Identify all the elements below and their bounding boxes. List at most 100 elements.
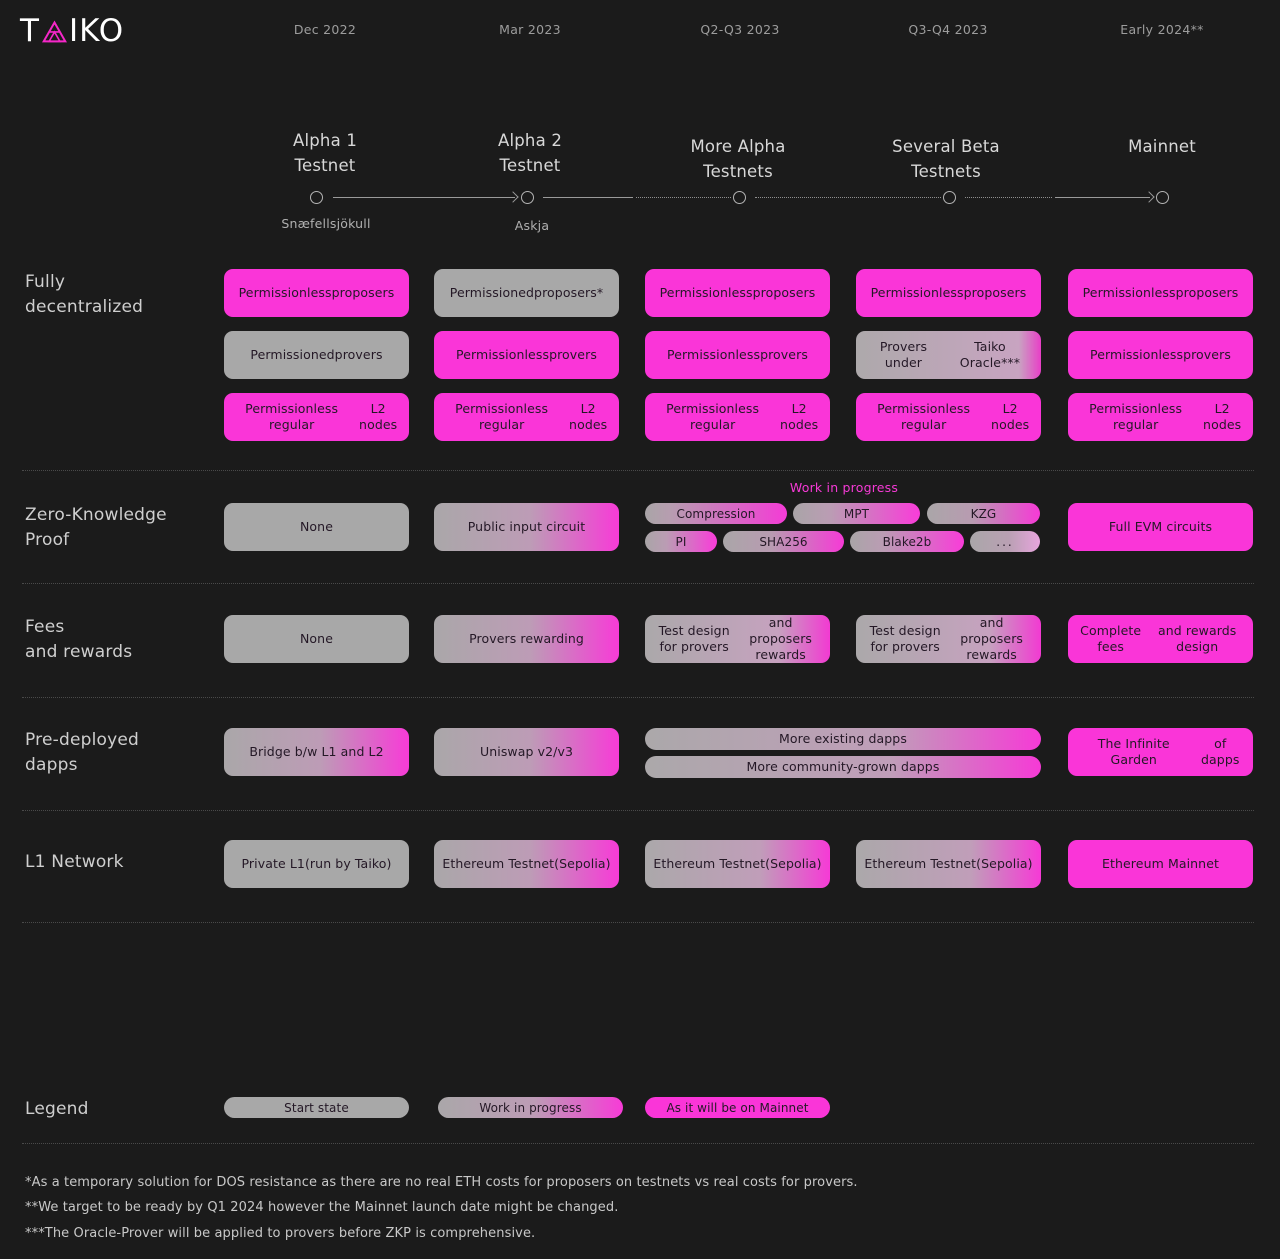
cell-dapps-more-community-grown-dapps[interactable]: More community-grown dapps [645, 756, 1041, 778]
timeline-node-mainnet [1156, 191, 1169, 204]
cell-dapps-more-existing-dapps[interactable]: More existing dapps [645, 728, 1041, 750]
row-label-line2: decentralized [25, 297, 144, 317]
cell-l1-mn-ethereum-mainnet[interactable]: Ethereum Mainnet [1068, 840, 1253, 888]
cell-a1-permissioned-provers[interactable]: Permissioned provers [224, 331, 409, 379]
row-divider-4 [22, 810, 1254, 811]
cell-bt-provers-under-taiko-oracle[interactable]: Provers under Taiko Oracle*** [856, 331, 1041, 379]
cell-l1-a1-private-l1[interactable]: Private L1 (run by Taiko) [224, 840, 409, 888]
date-label-col2: Mar 2023 [499, 22, 561, 37]
cell-mn-permissionless-l2-nodes[interactable]: Permissionless regular L2 nodes [1068, 393, 1253, 441]
date-label-col3: Q2-Q3 2023 [700, 22, 780, 37]
taiko-triangle-logo-icon [41, 18, 68, 45]
phase-title-alpha-2: Alpha 2 Testnet [440, 128, 620, 178]
timeline-node-alpha-2 [521, 191, 534, 204]
cell-l1-a2-sepolia[interactable]: Ethereum Testnet (Sepolia) [434, 840, 619, 888]
cell-zkp-a2-public-input-circuit[interactable]: Public input circuit [434, 503, 619, 551]
cell-fees-a1-none[interactable]: None [224, 615, 409, 663]
cell-zkp-mn-full-evm-circuits[interactable]: Full EVM circuits [1068, 503, 1253, 551]
phase-title-line1: Several Beta [892, 137, 1000, 156]
row-divider-2 [22, 583, 1254, 584]
date-label-col5: Early 2024** [1120, 22, 1204, 37]
chip-zkp-mpt[interactable]: MPT [793, 503, 920, 524]
chip-zkp-blake2b[interactable]: Blake2b [850, 531, 964, 552]
cell-fees-mn-complete-fees[interactable]: Complete fees and rewards design [1068, 615, 1253, 663]
row-label-l1-network: L1 Network [25, 850, 124, 875]
timeline-segment-1 [333, 197, 515, 198]
row-divider-6 [22, 1143, 1254, 1144]
phase-title-line2: Testnets [703, 162, 773, 181]
phase-title-line1: Mainnet [1128, 137, 1196, 156]
cell-fees-a2-provers-rewarding[interactable]: Provers rewarding [434, 615, 619, 663]
timeline-arrow-1-icon [507, 191, 519, 203]
phase-title-more-alpha-testnets: More Alpha Testnets [648, 134, 828, 184]
logo-text-before: T [20, 13, 40, 49]
timeline-node-more-alpha [733, 191, 746, 204]
cell-bt-permissionless-l2-nodes[interactable]: Permissionless regular L2 nodes [856, 393, 1041, 441]
row-label-line1: Fully [25, 272, 66, 292]
row-label-line1: L1 Network [25, 852, 124, 872]
timeline-segment-3 [755, 197, 941, 198]
cell-a2-permissioned-proposers[interactable]: Permissioned proposers* [434, 269, 619, 317]
chip-zkp-compression[interactable]: Compression [645, 503, 787, 524]
cell-mn-permissionless-proposers[interactable]: Permissionless proposers [1068, 269, 1253, 317]
chip-zkp-kzg[interactable]: KZG [927, 503, 1040, 524]
phase-title-line2: Testnet [294, 156, 356, 175]
row-label-fully-decentralized: Fully decentralized [25, 270, 143, 320]
timeline-arrow-2-icon [1143, 191, 1155, 203]
chip-zkp-ellipsis[interactable]: ... [970, 531, 1040, 552]
cell-l1-bt-sepolia[interactable]: Ethereum Testnet (Sepolia) [856, 840, 1041, 888]
phase-title-alpha-1: Alpha 1 Testnet [235, 128, 415, 178]
cell-ma-permissionless-l2-nodes[interactable]: Permissionless regular L2 nodes [645, 393, 830, 441]
cell-fees-bt-test-design[interactable]: Test design for provers and proposers rew… [856, 615, 1041, 663]
cell-ma-permissionless-proposers[interactable]: Permissionless proposers [645, 269, 830, 317]
cell-a1-permissionless-proposers[interactable]: Permissionless proposers [224, 269, 409, 317]
row-label-line1: Fees [25, 617, 65, 637]
row-label-line1: Zero-Knowledge [25, 505, 167, 525]
legend-item-work-in-progress: Work in progress [438, 1097, 623, 1118]
row-label-zero-knowledge-proof: Zero-Knowledge Proof [25, 503, 167, 553]
cell-bt-permissionless-proposers[interactable]: Permissionless proposers [856, 269, 1041, 317]
taiko-logo: T IKO [20, 13, 124, 49]
cell-dapps-a1-bridge[interactable]: Bridge b/w L1 and L2 [224, 728, 409, 776]
chip-zkp-sha256[interactable]: SHA256 [723, 531, 844, 552]
chip-zkp-pi[interactable]: PI [645, 531, 717, 552]
footnote-3: ***The Oracle-Prover will be applied to … [25, 1226, 536, 1241]
cell-mn-permissionless-provers[interactable]: Permissionless provers [1068, 331, 1253, 379]
timeline-node-beta [943, 191, 956, 204]
row-label-line2: Proof [25, 530, 70, 550]
codename-alpha-1: Snæfellsjökull [281, 216, 371, 231]
cell-zkp-a1-none[interactable]: None [224, 503, 409, 551]
cell-a1-permissionless-l2-nodes[interactable]: Permissionless regular L2 nodes [224, 393, 409, 441]
legend-item-as-it-will-be-on-mainnet: As it will be on Mainnet [645, 1097, 830, 1118]
phase-title-line1: Alpha 1 [292, 131, 358, 150]
row-divider-1 [22, 470, 1254, 471]
phase-title-line1: More Alpha [690, 137, 786, 156]
date-label-col1: Dec 2022 [293, 22, 357, 37]
legend-item-start-state: Start state [224, 1097, 409, 1118]
cell-a2-permissionless-provers[interactable]: Permissionless provers [434, 331, 619, 379]
cell-fees-ma-test-design[interactable]: Test design for provers and proposers rew… [645, 615, 830, 663]
row-label-line2: dapps [25, 755, 78, 775]
row-divider-3 [22, 697, 1254, 698]
timeline-segment-4b [1055, 197, 1150, 198]
row-label-pre-deployed-dapps: Pre-deployed dapps [25, 728, 139, 778]
cell-a2-permissionless-l2-nodes[interactable]: Permissionless regular L2 nodes [434, 393, 619, 441]
row-label-line1: Pre-deployed [25, 730, 140, 750]
row-divider-5 [22, 922, 1254, 923]
work-in-progress-label: Work in progress [789, 480, 899, 495]
row-label-fees-and-rewards: Fees and rewards [25, 615, 132, 665]
phase-title-several-beta-testnets: Several Beta Testnets [856, 134, 1036, 184]
logo-text-after: IKO [68, 13, 125, 49]
date-label-col4: Q3-Q4 2023 [908, 22, 988, 37]
footnote-1: *As a temporary solution for DOS resista… [25, 1175, 858, 1190]
cell-ma-permissionless-provers[interactable]: Permissionless provers [645, 331, 830, 379]
cell-dapps-a2-uniswap[interactable]: Uniswap v2/v3 [434, 728, 619, 776]
timeline-segment-2a [543, 197, 633, 198]
phase-title-line2: Testnets [911, 162, 981, 181]
cell-dapps-mn-infinite-garden[interactable]: The Infinite Garden of dapps [1068, 728, 1253, 776]
legend-label: Legend [25, 1099, 89, 1119]
cell-l1-ma-sepolia[interactable]: Ethereum Testnet (Sepolia) [645, 840, 830, 888]
phase-title-line1: Alpha 2 [497, 131, 563, 150]
row-label-line2: and rewards [25, 642, 133, 662]
codename-alpha-2: Askja [514, 218, 550, 233]
